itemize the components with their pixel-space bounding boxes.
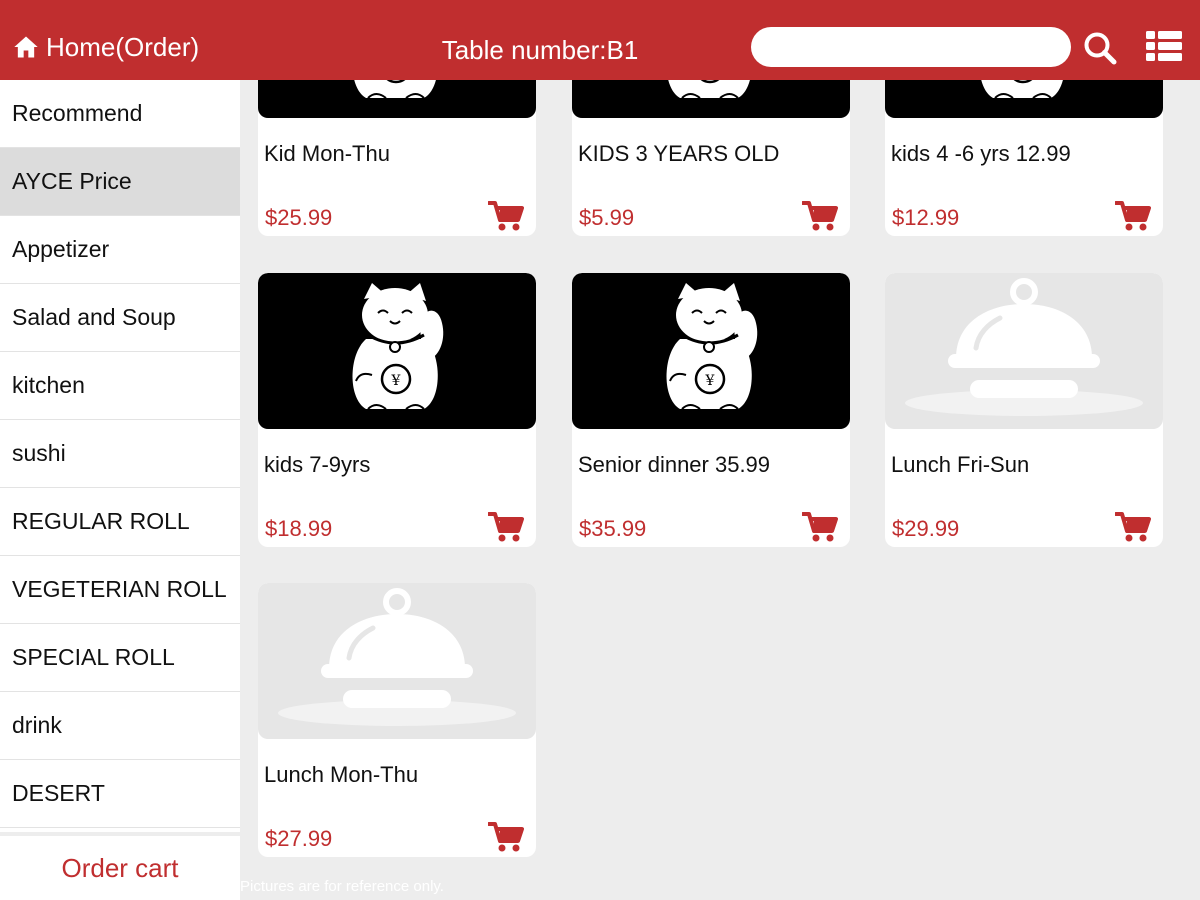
shopping-cart-icon — [802, 201, 838, 231]
svg-text:¥: ¥ — [705, 373, 715, 389]
shopping-cart-icon — [802, 512, 838, 542]
product-price: $25.99 — [265, 205, 333, 230]
product-card[interactable]: ¥ Kid Mon-Thu $25.99 — [258, 80, 536, 236]
add-to-cart-button[interactable] — [1115, 511, 1151, 543]
add-to-cart-button[interactable] — [802, 511, 838, 543]
add-to-cart-button[interactable] — [488, 200, 524, 232]
product-price: $35.99 — [579, 516, 647, 541]
shopping-cart-icon — [1115, 201, 1151, 231]
sidebar-category-item[interactable]: drink — [0, 692, 240, 760]
product-name: Senior dinner 35.99 — [578, 452, 771, 477]
shopping-cart-icon — [1115, 512, 1151, 542]
sidebar-category-item[interactable]: sushi — [0, 420, 240, 488]
search-icon — [1084, 32, 1117, 65]
shopping-cart-icon — [488, 512, 524, 542]
top-bar: Home(Order) Table number:B1 — [0, 0, 1200, 80]
home-icon — [12, 33, 40, 61]
sidebar-category-item[interactable]: REGULAR ROLL — [0, 488, 240, 556]
product-card[interactable]: ¥ Senior dinner 35.99 $35.99 — [572, 273, 850, 547]
product-name: Lunch Fri-Sun — [891, 452, 1030, 477]
search-input[interactable] — [751, 27, 1071, 67]
product-card[interactable]: ¥ KIDS 3 YEARS OLD $5.99 — [572, 80, 850, 236]
search-button[interactable] — [1082, 30, 1118, 66]
svg-text:¥: ¥ — [391, 373, 401, 389]
list-menu-button[interactable] — [1146, 31, 1182, 61]
sidebar-category-item[interactable]: Salad and Soup — [0, 284, 240, 352]
app: Home(Order) Table number:B1 Recommend AYC… — [0, 0, 1200, 900]
sidebar-category-item[interactable]: VEGETERIAN ROLL — [0, 556, 240, 624]
product-grid: Pictures are for reference only. ¥ Kid M… — [240, 80, 1200, 900]
shopping-cart-icon — [488, 822, 524, 852]
product-card[interactable]: ¥ kids 4 -6 yrs 12.99 $12.99 — [885, 80, 1163, 236]
reference-footnote: Pictures are for reference only. — [240, 878, 444, 895]
sidebar-category-item[interactable]: AYCE Price — [0, 148, 240, 216]
lucky-cat-icon[interactable]: ¥ — [258, 273, 536, 429]
sidebar-footer: Order cart — [0, 832, 240, 900]
sidebar-category-item[interactable]: SPECIAL ROLL — [0, 624, 240, 692]
product-name: KIDS 3 YEARS OLD — [578, 141, 780, 166]
lucky-cat-icon[interactable]: ¥ — [572, 273, 850, 429]
sidebar-category-item[interactable]: Recommend — [0, 80, 240, 148]
sidebar-category-item[interactable]: Appetizer — [0, 216, 240, 284]
list-menu-icon — [1146, 31, 1182, 61]
product-name: Kid Mon-Thu — [264, 141, 390, 166]
lucky-cat-icon[interactable]: ¥ — [885, 80, 1163, 118]
add-to-cart-button[interactable] — [488, 511, 524, 543]
product-card[interactable]: Lunch Mon-Thu $27.99 — [258, 583, 536, 857]
add-to-cart-button[interactable] — [802, 200, 838, 232]
food-cloche-icon[interactable] — [258, 583, 536, 739]
product-price: $18.99 — [265, 516, 333, 541]
category-sidebar: Recommend AYCE Price Appetizer Salad and So… — [0, 80, 240, 900]
product-price: $12.99 — [892, 205, 960, 230]
product-price: $29.99 — [892, 516, 960, 541]
product-card[interactable]: Lunch Fri-Sun $29.99 — [885, 273, 1163, 547]
order-cart-button[interactable]: Order cart — [61, 853, 178, 884]
food-cloche-icon[interactable] — [885, 273, 1163, 429]
add-to-cart-button[interactable] — [1115, 200, 1151, 232]
home-button[interactable]: Home(Order) — [12, 30, 199, 64]
product-price: $27.99 — [265, 826, 333, 851]
sidebar-category-item[interactable]: kitchen — [0, 352, 240, 420]
category-list: Recommend AYCE Price Appetizer Salad and So… — [0, 80, 240, 832]
shopping-cart-icon — [488, 201, 524, 231]
product-name: kids 4 -6 yrs 12.99 — [891, 141, 1071, 166]
product-card[interactable]: ¥ kids 7-9yrs $18.99 — [258, 273, 536, 547]
product-price: $5.99 — [579, 205, 635, 230]
lucky-cat-icon[interactable]: ¥ — [258, 80, 536, 118]
table-number: Table number:B1 — [441, 35, 639, 65]
lucky-cat-icon[interactable]: ¥ — [572, 80, 850, 118]
add-to-cart-button[interactable] — [488, 821, 524, 853]
product-name: kids 7-9yrs — [264, 452, 371, 477]
product-name: Lunch Mon-Thu — [264, 762, 419, 787]
home-label: Home(Order) — [46, 32, 200, 62]
sidebar-category-item[interactable]: DESERT — [0, 760, 240, 828]
